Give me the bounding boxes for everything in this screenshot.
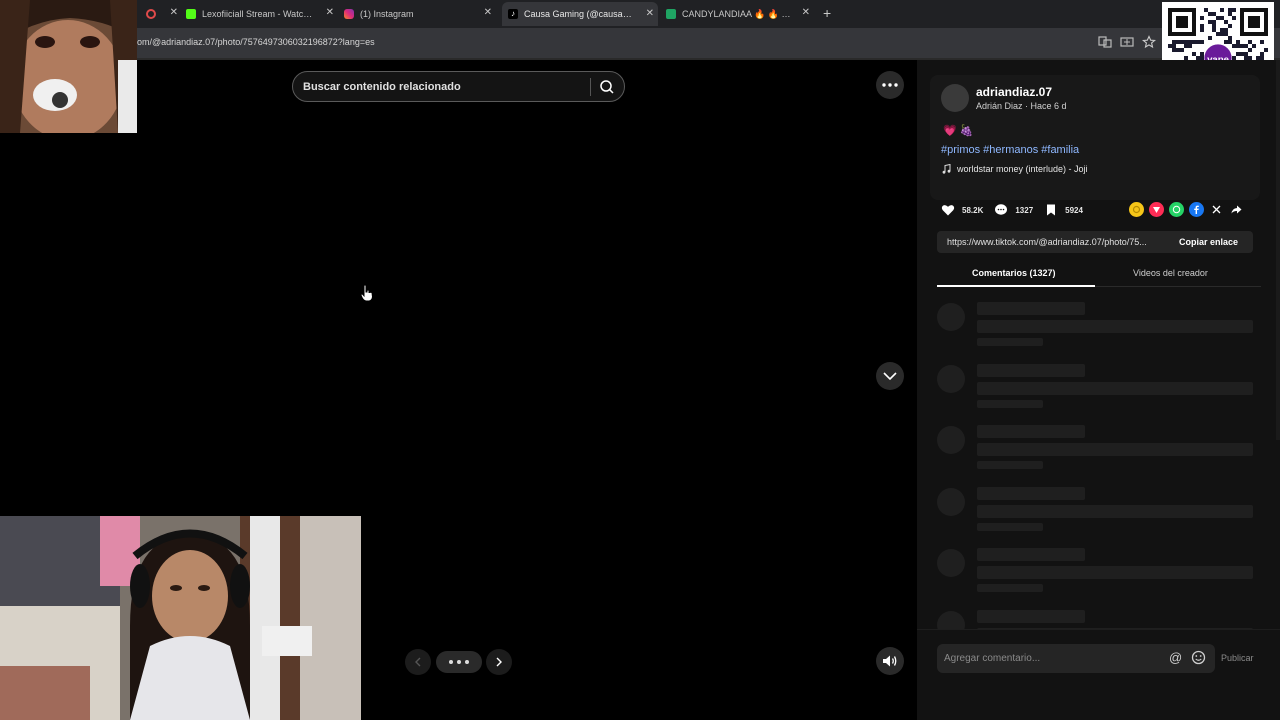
tab-recording[interactable]: ✕ [146, 4, 182, 24]
music-note-icon [942, 164, 951, 174]
pager-dot [465, 660, 469, 664]
chevron-down-icon [883, 372, 897, 380]
kick-icon [186, 9, 196, 19]
avatar[interactable] [941, 84, 969, 112]
sheets-icon [666, 9, 676, 19]
tab-kick-stream[interactable]: Lexofiiciall Stream - Watch Live ✕ [186, 4, 338, 24]
save-button[interactable]: 5924 [1044, 203, 1083, 217]
music-title: worldstar money (interlude) - Joji [957, 164, 1088, 174]
tab-comments[interactable]: Comentarios (1327) [972, 268, 1056, 278]
skeleton-comment [937, 362, 1257, 412]
coin-icon[interactable] [1129, 202, 1144, 217]
whatsapp-icon[interactable] [1169, 202, 1184, 217]
like-count: 58.2K [962, 205, 984, 215]
close-icon[interactable]: ✕ [170, 7, 178, 18]
related-search-box [292, 71, 625, 102]
webcam-closeup-image [0, 0, 137, 133]
pager-dot [449, 660, 453, 664]
author-username[interactable]: adriandiaz.07 [976, 85, 1052, 99]
next-photo-button[interactable] [486, 649, 512, 675]
x-icon[interactable] [1209, 202, 1224, 217]
previous-photo-button[interactable] [405, 649, 431, 675]
star-icon[interactable] [1142, 35, 1156, 49]
mention-icon[interactable]: @ [1169, 650, 1182, 665]
record-icon [146, 9, 156, 19]
post-caption-emojis: 💗 🍇 [943, 125, 974, 137]
cast-icon[interactable] [1120, 35, 1134, 49]
share-link-box: https://www.tiktok.com/@adriandiaz.07/ph… [937, 231, 1253, 253]
tab-label: Causa Gaming (@causagaming [524, 9, 636, 19]
next-post-button[interactable] [876, 362, 904, 390]
close-icon[interactable]: ✕ [326, 7, 334, 18]
music-info[interactable]: worldstar money (interlude) - Joji [942, 164, 1088, 174]
comment-count: 1327 [1015, 205, 1034, 215]
share-link-url[interactable]: https://www.tiktok.com/@adriandiaz.07/ph… [947, 237, 1167, 247]
hand-cursor-icon [360, 284, 374, 302]
screen: ✕ Lexofiiciall Stream - Watch Live ✕ (1)… [0, 0, 1280, 720]
tab-sheets[interactable]: CANDYLANDIAA 🔥 🔥 🔥 🔥 ✕ [662, 4, 814, 24]
close-icon[interactable]: ✕ [646, 8, 654, 19]
author-subline: Adrián Diaz · Hace 6 d [976, 101, 1067, 111]
tab-label: Lexofiiciall Stream - Watch Live [202, 9, 314, 19]
close-icon[interactable]: ✕ [802, 7, 810, 18]
tab-label: CANDYLANDIAA 🔥 🔥 🔥 🔥 [682, 8, 798, 19]
post-details-panel: adriandiaz.07 Adrián Diaz · Hace 6 d 💗 🍇… [917, 60, 1280, 720]
skeleton-comment [937, 300, 1257, 350]
bookmark-icon [1047, 204, 1056, 216]
comment-composer: @ Publicar [917, 629, 1280, 689]
comment-icon [995, 204, 1008, 215]
comments-loading-skeleton [937, 300, 1257, 630]
save-count: 5924 [1065, 205, 1083, 215]
related-search-input[interactable] [303, 78, 583, 96]
active-tab-indicator [937, 285, 1095, 287]
skeleton-comment [937, 608, 1257, 630]
volume-icon [883, 655, 897, 667]
browser-tab-bar: ✕ Lexofiiciall Stream - Watch Live ✕ (1)… [0, 0, 1280, 28]
heart-icon [941, 205, 955, 216]
url-field[interactable]: om/@adriandiaz.07/photo/7576497306032196… [137, 37, 375, 47]
search-divider [590, 78, 591, 96]
photo-pager [405, 649, 513, 675]
facebook-icon[interactable] [1189, 202, 1204, 217]
publish-button[interactable]: Publicar [1221, 653, 1254, 663]
post-hashtags[interactable]: #primos #hermanos #familia [941, 144, 1079, 156]
tab-tiktok[interactable]: ♪ Causa Gaming (@causagaming ✕ [502, 2, 658, 26]
chevron-left-icon [415, 657, 421, 667]
volume-button[interactable] [876, 647, 904, 675]
copy-link-button[interactable]: Copiar enlace [1175, 234, 1242, 250]
more-options-button[interactable] [876, 71, 904, 99]
address-bar: om/@adriandiaz.07/photo/7576497306032196… [0, 28, 1280, 58]
share-arrow-icon[interactable] [1229, 202, 1244, 217]
engagement-stats: 58.2K 1327 5924 [941, 201, 1094, 219]
skeleton-comment [937, 485, 1257, 535]
tab-label: (1) Instagram [360, 9, 414, 19]
tiktok-icon: ♪ [508, 9, 518, 19]
translate-icon[interactable] [1098, 35, 1112, 49]
comment-button[interactable]: 1327 [994, 203, 1033, 217]
like-button[interactable]: 58.2K [941, 203, 983, 217]
pager-dot [457, 660, 461, 664]
comment-input[interactable] [944, 650, 1164, 667]
share-options [1129, 202, 1244, 217]
search-icon[interactable] [599, 79, 615, 95]
skeleton-comment [937, 546, 1257, 596]
repost-icon[interactable] [1149, 202, 1164, 217]
webcam-streamer [0, 516, 361, 720]
comment-input-box: @ [937, 644, 1215, 673]
more-icon [882, 83, 898, 87]
address-bar-actions [1098, 35, 1156, 49]
skeleton-comment [937, 423, 1257, 473]
panel-tabs: Comentarios (1327) Videos del creador [937, 263, 1261, 287]
chevron-right-icon [496, 657, 502, 667]
page-scrollbar[interactable] [1276, 60, 1280, 440]
photo-position-dots [436, 651, 482, 673]
webcam-closeup [0, 0, 137, 133]
webcam-streamer-image [0, 516, 361, 720]
tab-instagram[interactable]: (1) Instagram ✕ [344, 4, 496, 24]
instagram-icon [344, 9, 354, 19]
close-icon[interactable]: ✕ [484, 7, 492, 18]
emoji-icon[interactable] [1191, 650, 1206, 665]
tab-creator-videos[interactable]: Videos del creador [1133, 268, 1208, 278]
new-tab-button[interactable]: + [823, 5, 831, 21]
